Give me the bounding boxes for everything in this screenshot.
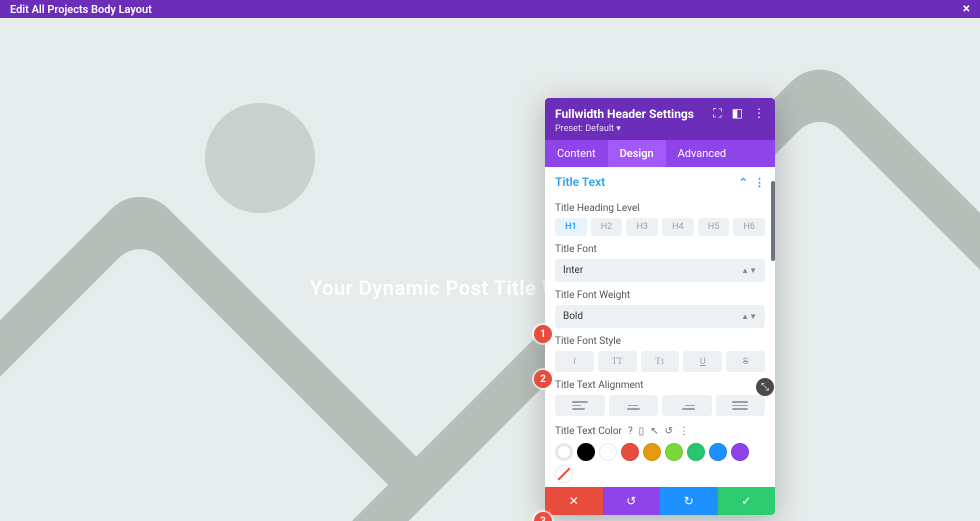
- cancel-button[interactable]: ✕: [545, 487, 603, 515]
- color-swatches: [555, 443, 765, 483]
- preset-value: Default: [585, 124, 614, 134]
- style-italic[interactable]: I: [555, 351, 594, 372]
- alignment-group: [555, 395, 765, 416]
- swatch-orange[interactable]: [643, 443, 661, 461]
- panel-title: Fullwidth Header Settings: [555, 107, 694, 121]
- font-style-group: I TT Tᴛ U S: [555, 351, 765, 372]
- swatch-blue[interactable]: [709, 443, 727, 461]
- align-justify[interactable]: [716, 395, 766, 416]
- mobile-icon[interactable]: ▯: [639, 426, 645, 437]
- annotation-badge-1: 1: [534, 325, 552, 343]
- chevron-down-icon: ▾: [616, 124, 621, 134]
- tab-advanced[interactable]: Advanced: [666, 140, 738, 167]
- style-uppercase[interactable]: TT: [598, 351, 637, 372]
- align-right[interactable]: [662, 395, 712, 416]
- column-icon[interactable]: ◧: [732, 106, 743, 121]
- panel-footer: ✕ ↺ ↻ ✓: [545, 487, 775, 515]
- resize-handle[interactable]: ⤡: [756, 378, 774, 396]
- option-more-icon[interactable]: ⋮: [679, 426, 689, 437]
- hover-icon[interactable]: ↖: [650, 426, 658, 437]
- help-icon[interactable]: ?: [628, 426, 633, 437]
- swatch-black[interactable]: [577, 443, 595, 461]
- font-select[interactable]: Inter ▲▼: [555, 259, 765, 282]
- settings-panel: Fullwidth Header Settings ⛶ ◧ ⋮ Preset: …: [545, 98, 775, 515]
- redo-button[interactable]: ↻: [660, 487, 718, 515]
- topbar-title: Edit All Projects Body Layout: [10, 3, 152, 16]
- save-button[interactable]: ✓: [718, 487, 776, 515]
- tab-design[interactable]: Design: [608, 140, 666, 167]
- style-underline[interactable]: U: [683, 351, 722, 372]
- label-font-style: Title Font Style: [555, 336, 765, 347]
- dropdown-caret-icon: ▲▼: [741, 266, 757, 275]
- heading-h1[interactable]: H1: [555, 218, 587, 236]
- reset-icon[interactable]: ↺: [665, 426, 673, 437]
- swatch-clear[interactable]: [555, 465, 573, 483]
- align-left[interactable]: [555, 395, 605, 416]
- more-icon[interactable]: ⋮: [753, 106, 765, 121]
- weight-value: Bold: [563, 311, 583, 322]
- dropdown-caret-icon: ▲▼: [741, 312, 757, 321]
- tabs: Content Design Advanced: [545, 140, 775, 167]
- heading-h5[interactable]: H5: [698, 218, 730, 236]
- section-title[interactable]: Title Text: [555, 175, 605, 189]
- topbar: Edit All Projects Body Layout ×: [0, 0, 980, 18]
- label-text-color: Title Text Color: [555, 426, 622, 437]
- swatch-green[interactable]: [687, 443, 705, 461]
- heading-h2[interactable]: H2: [591, 218, 623, 236]
- scrollbar[interactable]: [771, 167, 775, 487]
- panel-body: Title Text ⌃ ⋮ Title Heading Level H1 H2…: [545, 167, 775, 487]
- heading-h4[interactable]: H4: [662, 218, 694, 236]
- heading-level-group: H1 H2 H3 H4 H5 H6: [555, 218, 765, 236]
- label-alignment: Title Text Alignment: [555, 380, 765, 391]
- close-icon[interactable]: ×: [963, 2, 970, 16]
- weight-select[interactable]: Bold ▲▼: [555, 305, 765, 328]
- label-font: Title Font: [555, 244, 765, 255]
- canvas: Your Dynamic Post Title W 1 2 3 Fullwidt…: [0, 18, 980, 521]
- preset-row[interactable]: Preset: Default ▾: [555, 124, 765, 134]
- style-smallcaps[interactable]: Tᴛ: [641, 351, 680, 372]
- label-heading-level: Title Heading Level: [555, 203, 765, 214]
- swatch-purple[interactable]: [731, 443, 749, 461]
- heading-h6[interactable]: H6: [733, 218, 765, 236]
- style-strike[interactable]: S: [726, 351, 765, 372]
- annotation-badge-2: 2: [534, 370, 552, 388]
- section-more-icon[interactable]: ⋮: [754, 176, 765, 189]
- label-font-weight: Title Font Weight: [555, 290, 765, 301]
- hero-title: Your Dynamic Post Title W: [310, 276, 560, 300]
- preset-label: Preset:: [555, 124, 583, 134]
- swatch-white[interactable]: [599, 443, 617, 461]
- font-value: Inter: [563, 265, 583, 276]
- swatch-current[interactable]: [555, 443, 573, 461]
- collapse-icon[interactable]: ⌃: [739, 176, 748, 189]
- swatch-lime[interactable]: [665, 443, 683, 461]
- tab-content[interactable]: Content: [545, 140, 608, 167]
- undo-button[interactable]: ↺: [603, 487, 661, 515]
- align-center[interactable]: [609, 395, 659, 416]
- heading-h3[interactable]: H3: [626, 218, 658, 236]
- expand-icon[interactable]: ⛶: [713, 106, 721, 121]
- panel-header[interactable]: Fullwidth Header Settings ⛶ ◧ ⋮ Preset: …: [545, 98, 775, 140]
- swatch-red[interactable]: [621, 443, 639, 461]
- placeholder-sun: [205, 103, 315, 213]
